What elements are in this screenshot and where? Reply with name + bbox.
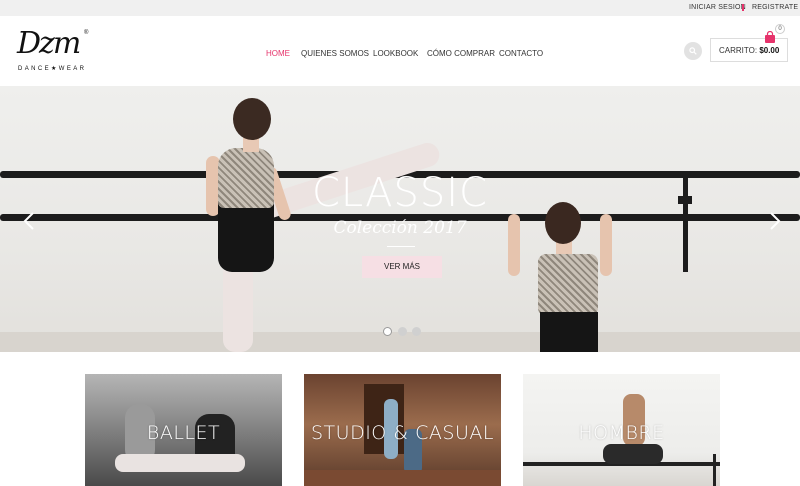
category-label-hombre: HOMBRE: [578, 422, 665, 444]
category-studio-casual[interactable]: STUDIO & CASUAL: [304, 374, 501, 486]
topbar-separator: [742, 4, 744, 11]
login-link[interactable]: INICIAR SESION: [689, 4, 746, 11]
logo-subtitle: DANCE★WEAR: [18, 66, 87, 72]
chevron-left-icon[interactable]: [22, 211, 36, 231]
category-ballet[interactable]: BALLET: [85, 374, 282, 486]
nav-lookbook[interactable]: LOOKBOOK: [373, 49, 418, 58]
slider-dot-2[interactable]: [398, 327, 407, 336]
category-hombre[interactable]: HOMBRE: [523, 374, 720, 486]
ballet-legs: [115, 454, 245, 472]
site-header: Dzm ® DANCE★WEAR HOME QUIENES SOMOS LOOK…: [0, 16, 800, 86]
register-link[interactable]: REGISTRATE: [752, 4, 798, 11]
dancer-right-body: [540, 312, 598, 352]
dancer-right-lace-top: [538, 254, 598, 316]
cart-label-text: CARRITO:: [719, 46, 758, 55]
hero-slider: CLASSIC Colección 2017 VER MÁS: [0, 86, 800, 352]
hero-divider: [387, 246, 415, 247]
category-label-ballet: BALLET: [146, 422, 221, 444]
hero-title: CLASSIC: [311, 170, 488, 216]
nav-contacto[interactable]: CONTACTO: [499, 49, 543, 58]
logo-registered: ®: [84, 30, 89, 36]
main-nav: HOME QUIENES SOMOS LOOKBOOK CÓMO COMPRAR…: [0, 49, 800, 61]
nav-home[interactable]: HOME: [266, 49, 290, 58]
cart-button[interactable]: CARRITO: $0.00: [710, 38, 788, 62]
slider-dot-1[interactable]: [383, 327, 392, 336]
studio-floor: [304, 470, 501, 486]
shopping-bag-icon: [765, 31, 775, 43]
cart-count-badge: 0: [775, 24, 785, 34]
dancer-left-head: [233, 98, 271, 140]
category-label-studio-casual: STUDIO & CASUAL: [311, 422, 494, 444]
hombre-dancer-legs: [603, 444, 663, 464]
hero-subtitle: Colección 2017: [333, 218, 467, 238]
slider-pagination: [383, 327, 433, 337]
cart-amount: $0.00: [759, 46, 780, 55]
nav-como-comprar[interactable]: CÓMO COMPRAR: [427, 49, 495, 58]
chevron-right-icon[interactable]: [768, 211, 782, 231]
ver-mas-button[interactable]: VER MÁS: [362, 256, 442, 278]
top-bar: INICIAR SESION REGISTRATE: [0, 0, 800, 16]
search-icon: [689, 47, 697, 55]
slider-dot-3[interactable]: [412, 327, 421, 336]
dancer-left-leg: [223, 262, 253, 352]
hombre-barre-post: [713, 454, 716, 486]
search-button[interactable]: [684, 42, 702, 60]
nav-quienes-somos[interactable]: QUIENES SOMOS: [301, 49, 369, 58]
cart-label: CARRITO: $0.00: [719, 46, 779, 55]
